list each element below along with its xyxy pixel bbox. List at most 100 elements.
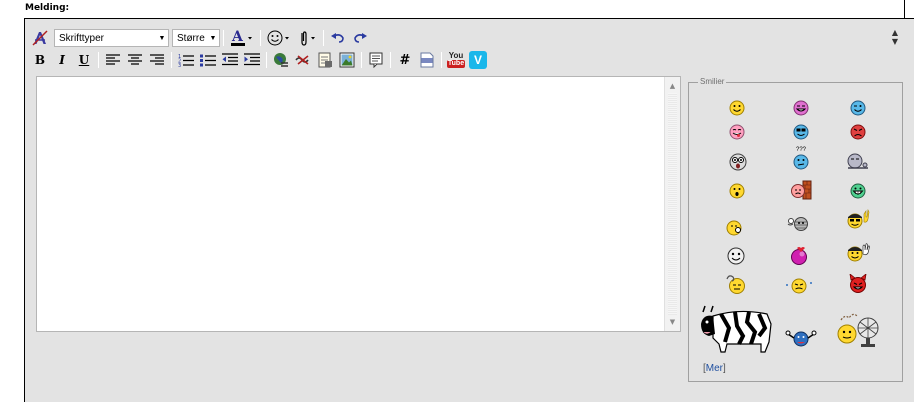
insert-file-button[interactable]: [314, 50, 336, 70]
font-size-value: Større: [177, 32, 205, 44]
outdent-button[interactable]: [219, 50, 241, 70]
vimeo-letter: V: [473, 53, 482, 67]
smiley-wave[interactable]: [845, 241, 871, 263]
youtube-text-tube: Tube: [446, 60, 466, 68]
scroll-track[interactable]: [668, 93, 677, 315]
smiley-shocked[interactable]: [729, 153, 747, 171]
font-family-select[interactable]: Skrifttyper ▼: [54, 29, 169, 47]
font-color-button[interactable]: A: [227, 28, 257, 48]
underline-button[interactable]: U: [73, 50, 95, 70]
italic-button[interactable]: I: [51, 50, 73, 70]
remove-format-button[interactable]: [29, 28, 51, 48]
youtube-icon: You Tube: [446, 51, 466, 70]
smiley-tongue[interactable]: [729, 124, 745, 140]
outdent-icon: [222, 53, 238, 66]
image-icon: [339, 52, 355, 68]
attachment-icon: [301, 31, 315, 46]
smiley-fan[interactable]: [835, 308, 881, 348]
smiley-whistle[interactable]: [726, 219, 744, 237]
toolbar-row-1: Skrifttyper ▼ Større ▼ A: [29, 27, 371, 49]
php-code-button[interactable]: php: [416, 50, 438, 70]
smilies-panel: Smilier ??? [Mer]: [688, 77, 903, 382]
toolbar-separator: [223, 30, 224, 46]
attachment-button[interactable]: [294, 28, 320, 48]
smilies-legend: Smilier: [698, 77, 727, 86]
toolbar-separator: [260, 30, 261, 46]
bracket-close: ]: [723, 363, 726, 374]
chevron-down-icon: ▼: [209, 34, 217, 42]
smiley-kiss[interactable]: [789, 246, 809, 266]
smiley-cow-shit[interactable]: [699, 302, 775, 356]
page: Melding: Skrifttyper ▼ Større ▼ A B I U …: [0, 0, 914, 402]
indent-button[interactable]: [241, 50, 263, 70]
smiley-cool[interactable]: [793, 124, 809, 140]
insert-link-button[interactable]: [270, 50, 292, 70]
message-editor: Skrifttyper ▼ Større ▼ A B I U 1 2 3 # Y…: [25, 19, 914, 402]
smiley-devil[interactable]: [847, 274, 869, 294]
align-center-button[interactable]: [124, 50, 146, 70]
smiley-dizzy[interactable]: [847, 153, 869, 171]
smiley-happy[interactable]: [727, 247, 745, 265]
bullet-list-button[interactable]: [197, 50, 219, 70]
down-arrow-icon: ▼: [891, 37, 899, 46]
svg-text:A: A: [231, 29, 244, 45]
font-size-select[interactable]: Større ▼: [172, 29, 220, 47]
insert-image-button[interactable]: [336, 50, 358, 70]
font-color-icon: A: [231, 29, 252, 46]
more-smilies: [Mer]: [703, 363, 726, 374]
scroll-up-icon[interactable]: ▲: [665, 79, 680, 93]
vertical-scrollbar[interactable]: ▲ ▼: [664, 77, 680, 331]
smiley-smile[interactable]: [729, 100, 745, 116]
bullet-list-icon: [200, 54, 216, 67]
insert-smiley-button[interactable]: [264, 28, 294, 48]
more-smilies-link[interactable]: Mer: [706, 363, 723, 374]
align-center-icon: [128, 54, 142, 65]
scroll-down-icon[interactable]: ▼: [665, 315, 680, 329]
smiley-wall-bang[interactable]: [789, 180, 813, 200]
quote-button[interactable]: [365, 50, 387, 70]
message-label-row: Melding:: [0, 0, 914, 19]
smiley-hug[interactable]: [785, 326, 817, 350]
smiley-rock-on[interactable]: [845, 208, 871, 232]
align-left-icon: [106, 54, 120, 65]
editor-toolbar: Skrifttyper ▼ Større ▼ A B I U 1 2 3 # Y…: [29, 25, 909, 73]
youtube-text-you: You: [448, 51, 464, 60]
smiley-icon: [267, 30, 289, 46]
font-family-value: Skrifttyper: [59, 32, 105, 44]
youtube-button[interactable]: You Tube: [445, 50, 467, 70]
numbered-list-icon: 1 2 3: [178, 54, 194, 67]
align-right-button[interactable]: [146, 50, 168, 70]
smiley-big-grin-green[interactable]: [850, 183, 866, 199]
vimeo-button[interactable]: V: [467, 50, 489, 70]
smiley-angry[interactable]: [850, 124, 866, 140]
smiley-surprised[interactable]: [729, 183, 745, 199]
toolbar-separator: [323, 30, 324, 46]
globe-link-icon: [274, 53, 288, 67]
redo-button[interactable]: [349, 28, 371, 48]
resize-editor-button[interactable]: ▲ ▼: [889, 28, 901, 50]
document-icon: [318, 52, 332, 68]
toolbar-separator: [441, 52, 442, 68]
svg-text:3: 3: [178, 63, 181, 67]
toolbar-separator: [266, 52, 267, 68]
remove-format-icon: [32, 30, 48, 46]
toolbar-separator: [171, 52, 172, 68]
toolbar-separator: [361, 52, 362, 68]
unlink-button[interactable]: [292, 50, 314, 70]
undo-button[interactable]: [327, 28, 349, 48]
message-textarea[interactable]: ▲ ▼: [36, 76, 681, 332]
vimeo-icon: V: [469, 51, 487, 69]
bold-button[interactable]: B: [29, 50, 51, 70]
smiley-confused[interactable]: [793, 154, 809, 170]
smiley-mummy[interactable]: [787, 216, 809, 232]
confused-question-marks: ???: [795, 147, 806, 153]
smiley-flying[interactable]: [785, 276, 813, 294]
code-button[interactable]: #: [394, 50, 416, 70]
redo-icon: [354, 33, 367, 43]
smiley-grin-pink[interactable]: [793, 100, 809, 116]
numbered-list-button[interactable]: 1 2 3: [175, 50, 197, 70]
smiley-wink-blue[interactable]: [850, 100, 866, 116]
align-left-button[interactable]: [102, 50, 124, 70]
smiley-sleepy[interactable]: [725, 273, 747, 295]
toolbar-separator: [390, 52, 391, 68]
